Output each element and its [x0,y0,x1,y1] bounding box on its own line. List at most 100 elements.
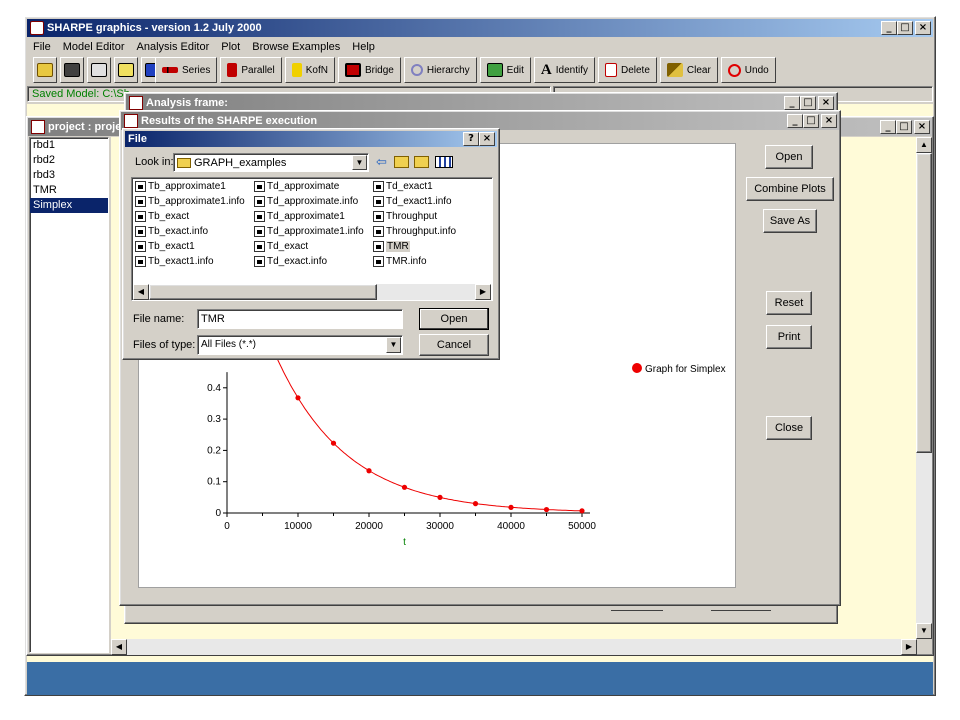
identify-button[interactable]: A Identify [533,57,595,83]
file-item[interactable]: Td_approximate1.info [254,226,364,237]
list-item-selected[interactable]: Simplex [30,198,108,213]
open-plot-button[interactable]: Open [765,145,813,169]
results-close-icon[interactable]: × [821,114,837,128]
up-folder-icon[interactable] [394,156,409,168]
back-arrow-icon[interactable]: ⇦ [376,154,387,170]
combine-plots-button[interactable]: Combine Plots [746,177,834,201]
results-maximize-icon[interactable]: □ [803,114,819,128]
results-minimize-icon[interactable]: _ [787,114,803,128]
main-menubar: File Model Editor Analysis Editor Plot B… [27,38,381,56]
file-type-chevron-icon[interactable]: ▼ [386,337,401,353]
menu-help[interactable]: Help [346,41,381,53]
legend-label: Graph for Simplex [645,364,726,375]
menu-plot[interactable]: Plot [215,41,246,53]
file-item[interactable]: TMR.info [373,256,427,267]
file-scroll-left-icon[interactable]: ◀ [133,284,149,300]
file-item[interactable]: Td_exact1.info [373,196,452,207]
file-item[interactable]: Td_approximate1 [254,211,345,222]
help-question-icon[interactable]: ? [463,132,479,146]
menu-file[interactable]: File [27,41,57,53]
file-item[interactable]: Throughput.info [373,226,456,237]
series-line [275,356,582,512]
analysis-close-icon[interactable]: × [818,96,834,110]
delete-button[interactable]: Delete [597,57,657,83]
close-button[interactable]: Close [766,416,812,440]
close-icon[interactable]: × [915,21,931,35]
file-item[interactable]: Td_exact.info [254,256,327,267]
main-title-bar[interactable]: SHARPE graphics - version 1.2 July 2000 … [27,19,933,37]
scroll-right-arrow-icon[interactable]: ▶ [901,639,917,655]
project-horizontal-scrollbar[interactable]: ◀ ▶ [111,639,917,655]
parallel-button[interactable]: Parallel [220,57,282,83]
project-maximize-icon[interactable]: □ [896,120,912,134]
scroll-left-arrow-icon[interactable]: ◀ [111,639,127,655]
series-button[interactable]: Series [155,57,218,83]
main-window-title: SHARPE graphics - version 1.2 July 2000 [47,22,262,34]
hierarchy-button[interactable]: Hierarchy [403,57,477,83]
file-item[interactable]: Tb_approximate1 [135,181,226,192]
edit-button[interactable]: Edit [479,57,531,83]
minimize-icon[interactable]: _ [881,21,897,35]
dialog-cancel-button[interactable]: Cancel [419,334,489,356]
data-point [330,440,337,446]
chevron-down-icon[interactable]: ▼ [352,155,367,170]
open-folder-button[interactable] [33,57,57,83]
reset-button[interactable]: Reset [766,291,812,315]
printer-icon [91,63,107,77]
file-type-dropdown[interactable]: All Files (*.*) ▼ [197,335,403,355]
file-grid: Tb_approximate1 Tb_approximate1.info Tb_ex… [132,178,492,282]
file-item[interactable]: Td_approximate.info [254,196,358,207]
scroll-up-arrow-icon[interactable]: ▲ [916,137,932,153]
file-item[interactable]: Tb_exact.info [135,226,208,237]
file-scroll-thumb[interactable] [149,284,377,300]
file-item[interactable]: Tb_approximate1.info [135,196,245,207]
file-item[interactable]: Throughput [373,211,437,222]
list-item[interactable]: rbd2 [30,153,108,168]
file-item[interactable]: Td_approximate [254,181,339,192]
file-item[interactable]: TMR [373,241,410,252]
scroll-thumb[interactable] [916,153,932,453]
sharpe-app-icon [30,21,44,35]
undo-button[interactable]: Undo [720,57,776,83]
dialog-close-icon[interactable]: × [479,132,495,146]
look-in-dropdown[interactable]: GRAPH_examples ▼ [173,153,369,172]
bridge-button[interactable]: Bridge [337,57,401,83]
y-tick-label: 0.3 [207,414,221,425]
new-folder-icon[interactable] [414,156,429,168]
window-button[interactable] [114,57,138,83]
menu-model-editor[interactable]: Model Editor [57,41,131,53]
analysis-maximize-icon[interactable]: □ [800,96,816,110]
file-item[interactable]: Td_exact [254,241,308,252]
menu-analysis-editor[interactable]: Analysis Editor [131,41,216,53]
view-menu-icon[interactable] [435,156,453,168]
maximize-icon[interactable]: □ [897,21,913,35]
save-disk-button[interactable] [60,57,84,83]
dialog-open-button[interactable]: Open [419,308,489,330]
print-button[interactable] [87,57,111,83]
list-item[interactable]: rbd1 [30,138,108,153]
print-button-results[interactable]: Print [766,325,812,349]
file-icon [254,241,265,252]
data-point [366,468,372,474]
file-item[interactable]: Tb_exact [135,211,189,222]
file-dialog-title-bar[interactable]: File ? × [125,131,497,147]
project-minimize-icon[interactable]: _ [880,120,896,134]
file-scroll-right-icon[interactable]: ▶ [475,284,491,300]
file-item[interactable]: Td_exact1 [373,181,433,192]
menu-browse-examples[interactable]: Browse Examples [246,41,346,53]
list-item[interactable]: rbd3 [30,168,108,183]
project-close-icon[interactable]: × [914,120,930,134]
scroll-down-arrow-icon[interactable]: ▼ [916,623,932,639]
file-item[interactable]: Tb_exact1.info [135,256,214,267]
file-name-input[interactable] [197,309,403,329]
kofn-button[interactable]: KofN [284,57,335,83]
file-list[interactable]: Tb_approximate1 Tb_approximate1.info Tb_ex… [131,177,493,301]
project-model-list[interactable]: rbd1 rbd2 rbd3 TMR Simplex [29,137,109,653]
file-item[interactable]: Tb_exact1 [135,241,195,252]
list-item[interactable]: TMR [30,183,108,198]
save-as-button[interactable]: Save As [763,209,817,233]
file-list-horizontal-scrollbar[interactable]: ◀ ▶ [133,284,491,300]
project-vertical-scrollbar[interactable]: ▲ ▼ [916,137,932,639]
clear-button[interactable]: Clear [659,57,718,83]
analysis-minimize-icon[interactable]: _ [784,96,800,110]
